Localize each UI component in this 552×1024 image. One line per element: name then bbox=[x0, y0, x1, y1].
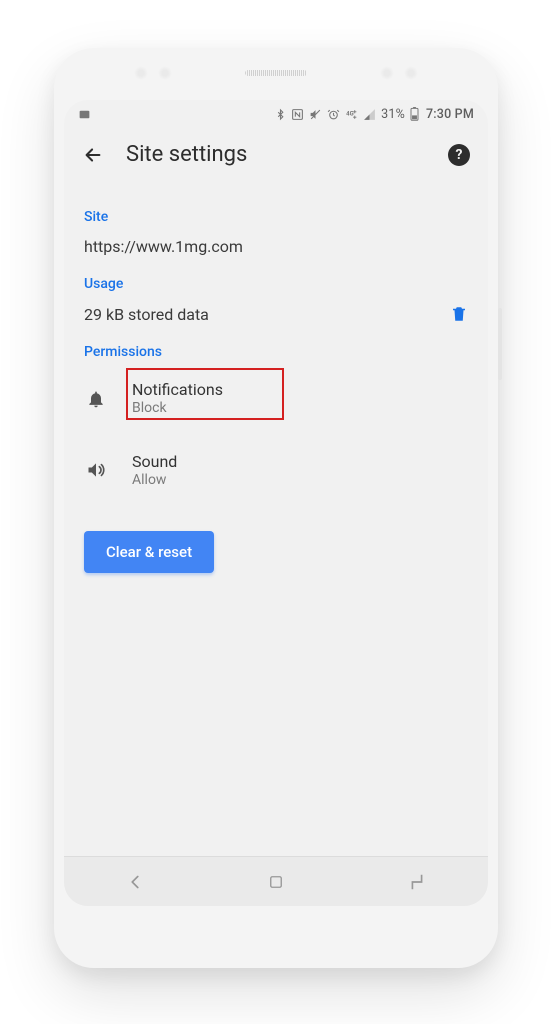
permission-title: Sound bbox=[132, 452, 177, 472]
nav-back-button[interactable] bbox=[124, 871, 146, 893]
status-clock: 7:30 PM bbox=[426, 107, 474, 122]
delete-storage-button[interactable] bbox=[450, 304, 468, 324]
section-label-site: Site bbox=[84, 209, 468, 225]
site-url: https://www.1mg.com bbox=[84, 237, 468, 256]
nfc-icon bbox=[291, 108, 304, 121]
phone-sensor bbox=[380, 66, 394, 80]
usage-text: 29 kB stored data bbox=[84, 305, 209, 324]
network-icon: 4G bbox=[345, 108, 358, 121]
battery-icon bbox=[410, 107, 419, 121]
phone-speaker bbox=[245, 70, 307, 76]
alarm-icon bbox=[327, 108, 340, 121]
permission-subtitle: Allow bbox=[132, 472, 177, 490]
section-label-usage: Usage bbox=[84, 276, 468, 292]
back-button[interactable] bbox=[82, 144, 104, 166]
phone-sensor bbox=[158, 66, 172, 80]
card-icon bbox=[78, 108, 91, 121]
phone-frame: 4G 31% 7:30 PM Site settings ? Site bbox=[54, 48, 498, 968]
mute-icon bbox=[309, 108, 322, 121]
battery-pct: 31% bbox=[381, 107, 405, 122]
app-bar: Site settings ? bbox=[64, 128, 488, 177]
help-icon[interactable]: ? bbox=[448, 144, 470, 166]
phone-sensor bbox=[404, 66, 418, 80]
bluetooth-icon bbox=[275, 108, 286, 121]
page-title: Site settings bbox=[126, 142, 247, 167]
section-label-permissions: Permissions bbox=[84, 344, 468, 360]
permission-row-sound[interactable]: Sound Allow bbox=[84, 444, 468, 498]
bell-icon bbox=[84, 389, 108, 409]
status-bar: 4G 31% 7:30 PM bbox=[64, 100, 488, 128]
speaker-icon bbox=[84, 460, 108, 480]
phone-sensor bbox=[134, 66, 148, 80]
clear-reset-button[interactable]: Clear & reset bbox=[84, 531, 214, 573]
permission-subtitle: Block bbox=[132, 400, 223, 418]
android-navbar bbox=[64, 856, 488, 906]
signal-icon bbox=[363, 108, 376, 121]
permission-row-notifications[interactable]: Notifications Block bbox=[84, 372, 468, 426]
phone-screen: 4G 31% 7:30 PM Site settings ? Site bbox=[64, 100, 488, 906]
content: Site https://www.1mg.com Usage 29 kB sto… bbox=[64, 177, 488, 573]
svg-text:4G: 4G bbox=[346, 110, 354, 117]
nav-recent-button[interactable] bbox=[406, 871, 428, 893]
permission-title: Notifications bbox=[132, 380, 223, 400]
nav-home-button[interactable] bbox=[267, 873, 285, 891]
phone-bezel-top bbox=[54, 48, 498, 100]
